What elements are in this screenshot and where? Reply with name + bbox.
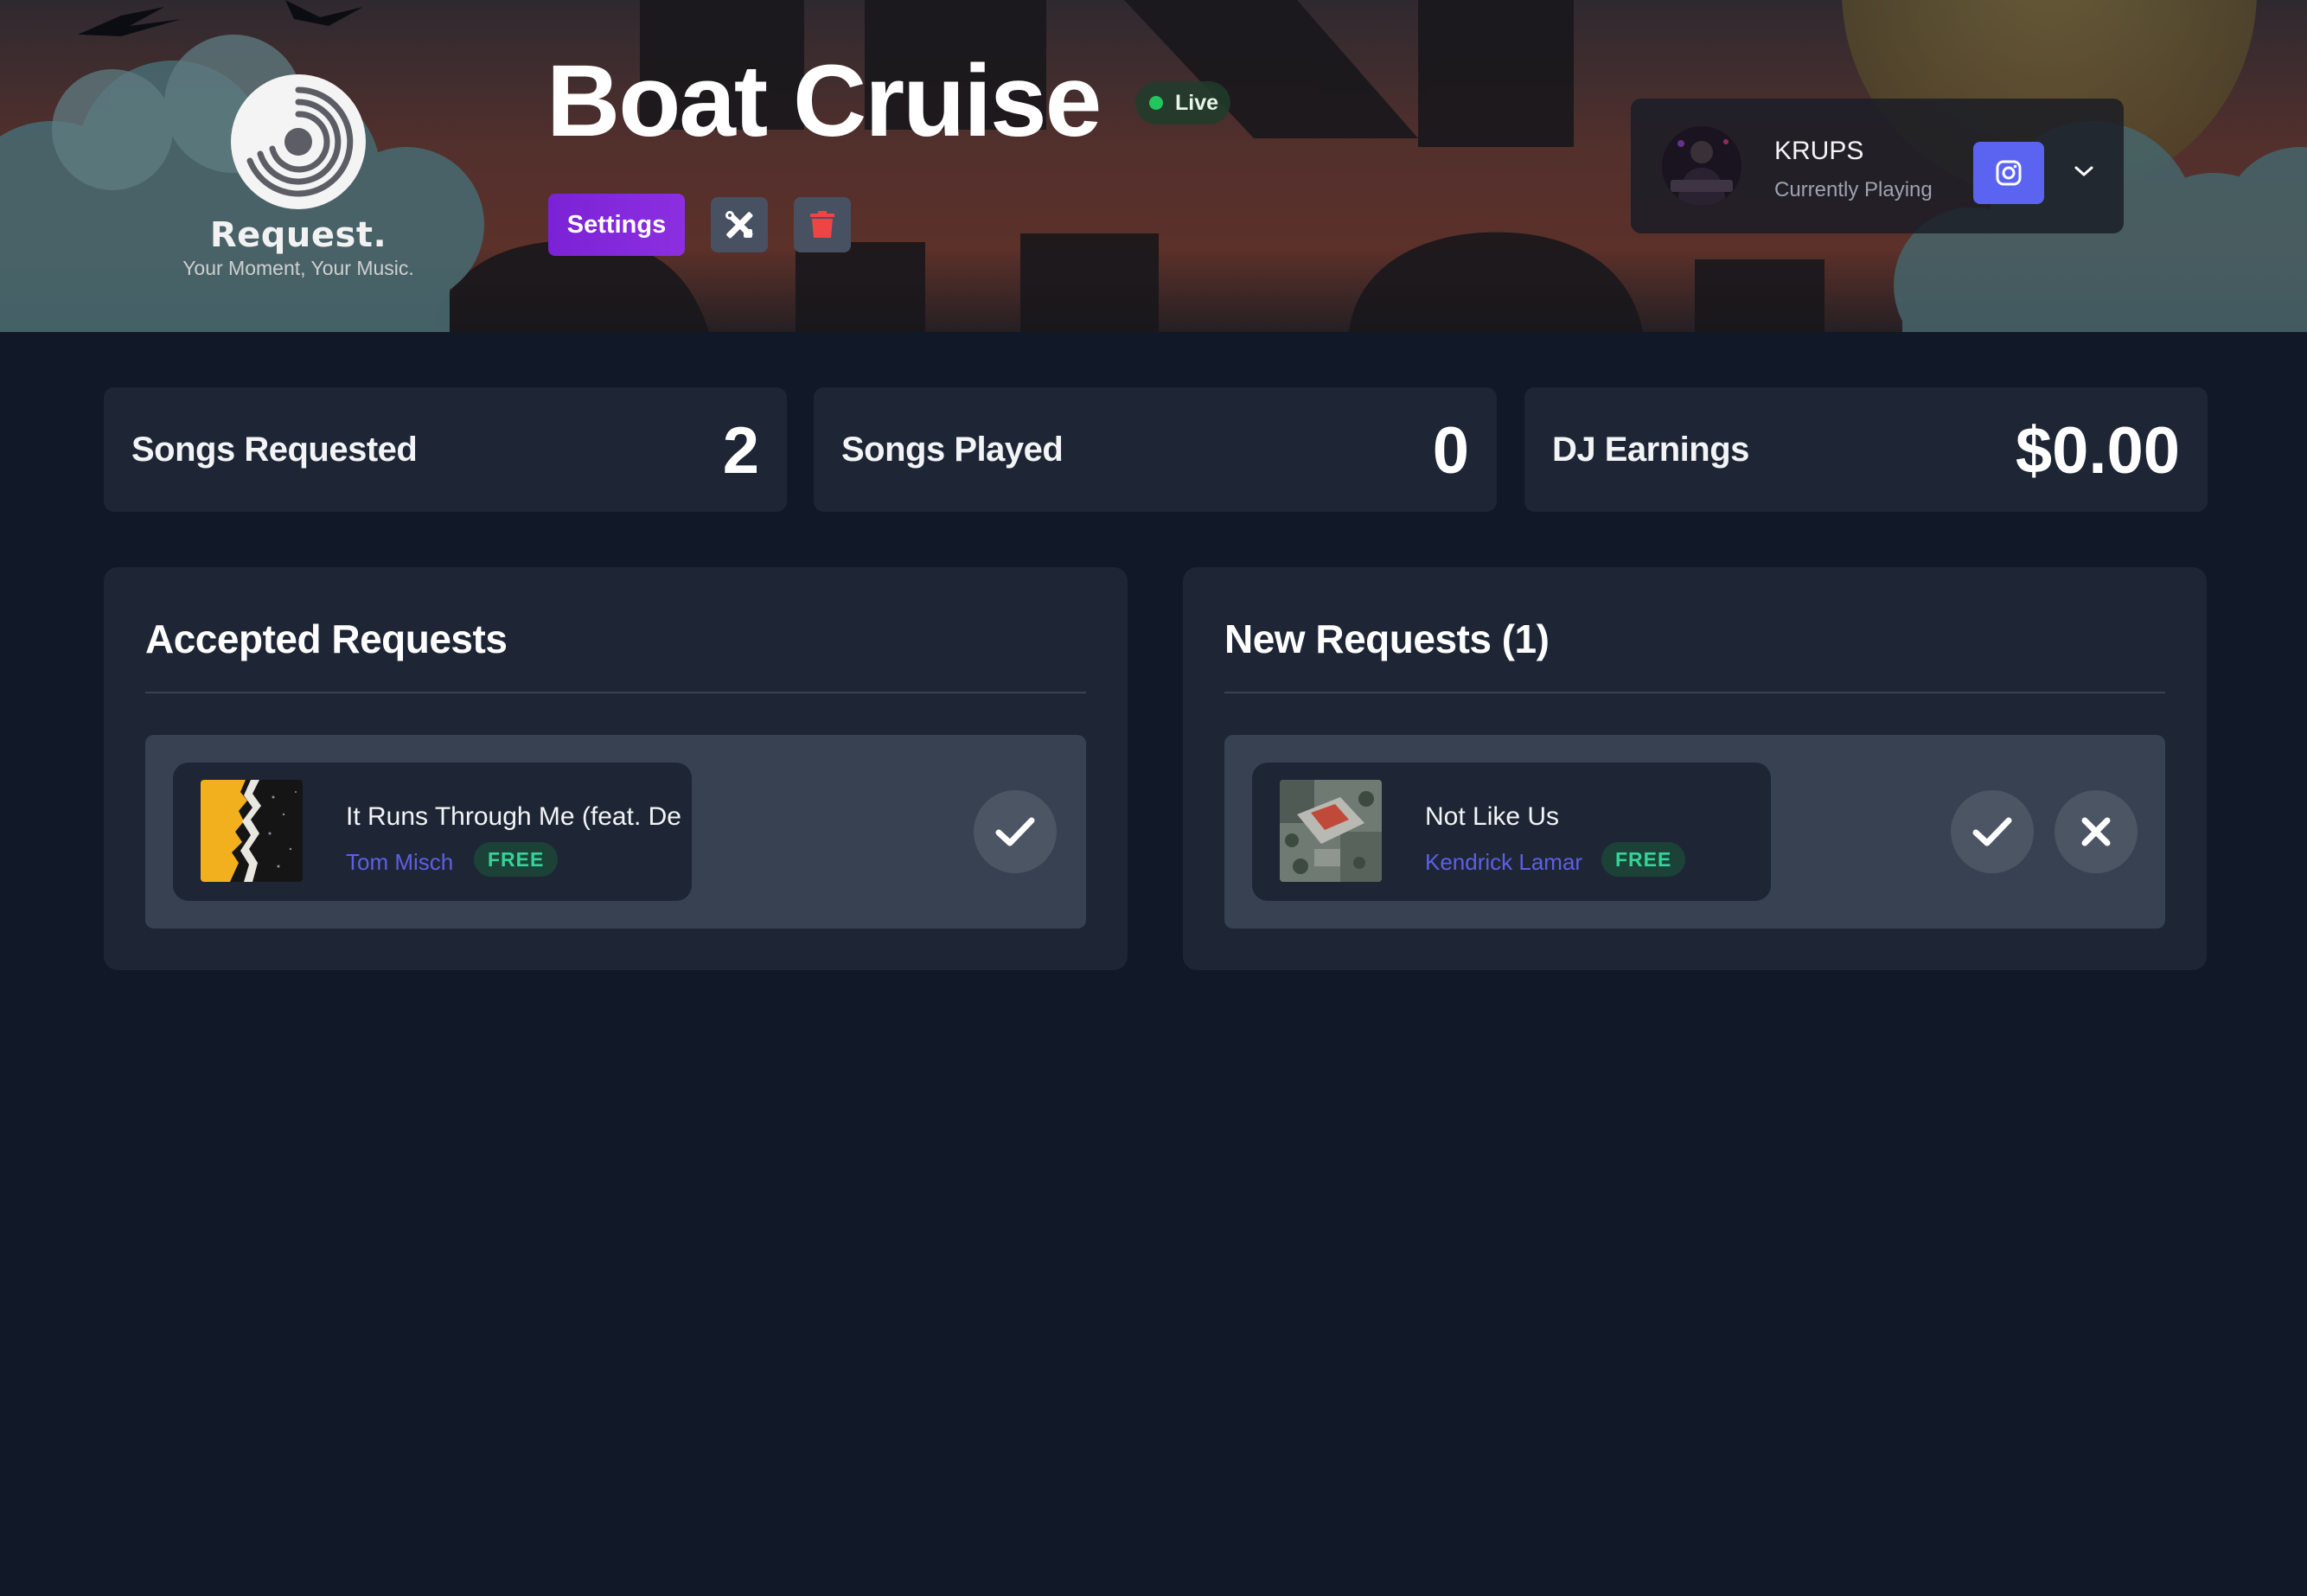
song-card[interactable]: It Runs Through Me (feat. De La Soul) To… [173, 763, 692, 901]
brand-tagline: Your Moment, Your Music. [182, 257, 414, 279]
dj-profile-card: KRUPS Currently Playing [1631, 99, 2124, 233]
event-title: Boat Cruise [546, 44, 1102, 158]
check-icon [995, 817, 1035, 846]
delete-event-button[interactable] [794, 197, 851, 252]
instagram-button[interactable] [1973, 142, 2044, 204]
brand-logo[interactable]: Request. Your Moment, Your Music. [173, 74, 424, 290]
price-badge: FREE [474, 842, 559, 877]
song-title: It Runs Through Me (feat. De La Soul) [346, 802, 683, 831]
dj-avatar[interactable] [1662, 126, 1741, 206]
stat-card-dj-earnings: DJ Earnings $0.00 [1524, 387, 2208, 512]
reject-request-button[interactable] [2055, 790, 2138, 873]
settings-button[interactable]: Settings [548, 194, 685, 256]
mark-played-button[interactable] [974, 790, 1057, 873]
stat-label: DJ Earnings [1552, 431, 1749, 469]
vinyl-disc-icon [231, 74, 366, 209]
live-status-badge: Live [1135, 81, 1230, 124]
stat-label: Songs Played [841, 431, 1064, 469]
stat-value: 0 [1432, 414, 1469, 488]
divider [145, 692, 1086, 693]
song-title: Not Like Us [1425, 802, 1560, 831]
song-artist-link[interactable]: Tom Misch [346, 849, 453, 876]
album-art-image [201, 780, 303, 882]
check-icon [1972, 817, 2012, 846]
live-dot-icon [1149, 96, 1163, 110]
album-art-image [1280, 780, 1382, 882]
tools-icon [725, 211, 753, 239]
request-row: Not Like Us Kendrick Lamar FREE [1224, 735, 2165, 929]
new-requests-panel: New Requests (1) Not Like Us Kendrick La… [1183, 567, 2207, 970]
stat-value: $0.00 [2015, 414, 2180, 488]
brand-name: Request. [209, 215, 387, 255]
song-artist-link[interactable]: Kendrick Lamar [1425, 849, 1582, 876]
panel-title: Accepted Requests [145, 616, 508, 661]
dj-menu-toggle[interactable] [2065, 152, 2103, 190]
stat-card-songs-requested: Songs Requested 2 [104, 387, 787, 512]
stat-value: 2 [722, 414, 759, 488]
dj-photo-image [1662, 126, 1741, 206]
stat-card-songs-played: Songs Played 0 [814, 387, 1497, 512]
panel-title: New Requests (1) [1224, 616, 1550, 661]
stat-label: Songs Requested [131, 431, 418, 469]
chevron-down-icon [2074, 166, 2093, 176]
accepted-requests-panel: Accepted Requests It Runs Through Me (fe… [104, 567, 1128, 970]
dj-status: Currently Playing [1774, 178, 1933, 201]
close-icon [2081, 817, 2111, 846]
song-card[interactable]: Not Like Us Kendrick Lamar FREE [1252, 763, 1771, 901]
live-status-label: Live [1175, 90, 1219, 115]
trash-icon [810, 211, 834, 238]
tools-button[interactable] [711, 197, 768, 252]
divider [1224, 692, 2165, 693]
accept-request-button[interactable] [1951, 790, 2034, 873]
price-badge: FREE [1601, 842, 1686, 877]
event-header: Request. Your Moment, Your Music. Boat C… [0, 0, 2307, 332]
instagram-icon [1996, 160, 2022, 186]
request-row: It Runs Through Me (feat. De La Soul) To… [145, 735, 1086, 929]
dj-name: KRUPS [1774, 137, 1864, 165]
